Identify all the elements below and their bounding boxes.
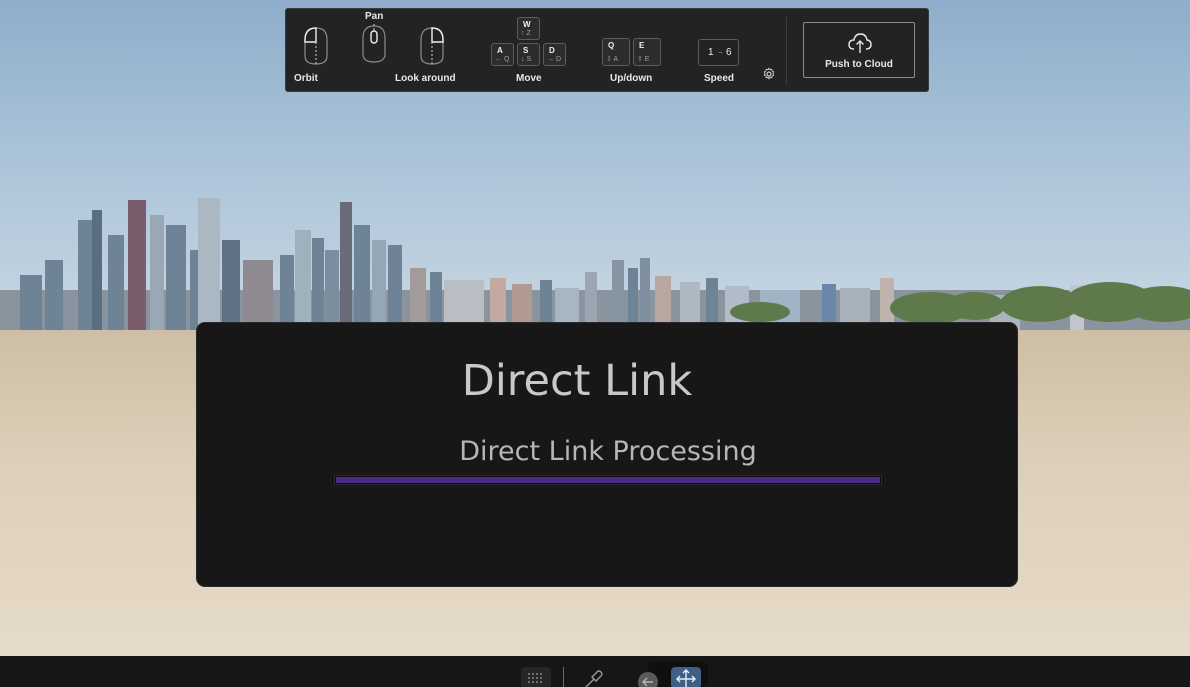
move-label: Move bbox=[516, 73, 542, 84]
updown-label: Up/down bbox=[610, 73, 653, 84]
key-s: S ↓ S bbox=[517, 43, 540, 66]
toolbar-divider bbox=[563, 667, 564, 687]
progress-bar bbox=[334, 475, 882, 485]
back-arrow-icon[interactable] bbox=[636, 671, 660, 687]
mouse-right-icon bbox=[420, 27, 444, 66]
speed-to-value: 6 bbox=[726, 47, 732, 58]
navigation-controls-toolbar: Orbit Pan Look around W ↑ Z A ← Q S ↓ S … bbox=[285, 8, 929, 92]
toolbar-divider bbox=[786, 17, 787, 85]
push-to-cloud-label: Push to Cloud bbox=[825, 59, 893, 70]
eyedropper-icon[interactable] bbox=[577, 669, 607, 687]
move-icon[interactable] bbox=[671, 667, 701, 687]
speed-from-value: 1 bbox=[708, 47, 714, 58]
progress-bar-fill bbox=[336, 477, 880, 483]
panel-title: Direct Link bbox=[461, 356, 693, 406]
mouse-left-icon bbox=[304, 27, 328, 66]
key-q: Q ⇩ A bbox=[602, 38, 630, 66]
key-e: E ⇧ E bbox=[633, 38, 661, 66]
processing-status: Direct Link Processing bbox=[459, 436, 757, 467]
speed-label: Speed bbox=[704, 73, 735, 84]
gear-icon[interactable] bbox=[762, 67, 776, 81]
key-a: A ← Q bbox=[491, 43, 514, 66]
look-around-label: Look around bbox=[395, 73, 456, 84]
grid-icon[interactable] bbox=[521, 667, 551, 687]
bottom-toolbar bbox=[0, 656, 1190, 687]
speed-indicator[interactable]: 1 → 6 bbox=[698, 39, 739, 66]
city-skyline bbox=[0, 198, 1190, 330]
key-d: D → D bbox=[543, 43, 566, 66]
key-w: W ↑ Z bbox=[517, 17, 540, 40]
pan-label: Pan bbox=[365, 11, 384, 22]
direct-link-panel: Direct Link Direct Link Processing bbox=[196, 322, 1018, 587]
push-to-cloud-button[interactable]: Push to Cloud bbox=[803, 22, 915, 78]
mouse-middle-icon bbox=[362, 24, 386, 63]
cloud-upload-icon bbox=[848, 33, 872, 53]
orbit-label: Orbit bbox=[294, 73, 318, 84]
arrow-right-icon: → bbox=[716, 47, 724, 56]
